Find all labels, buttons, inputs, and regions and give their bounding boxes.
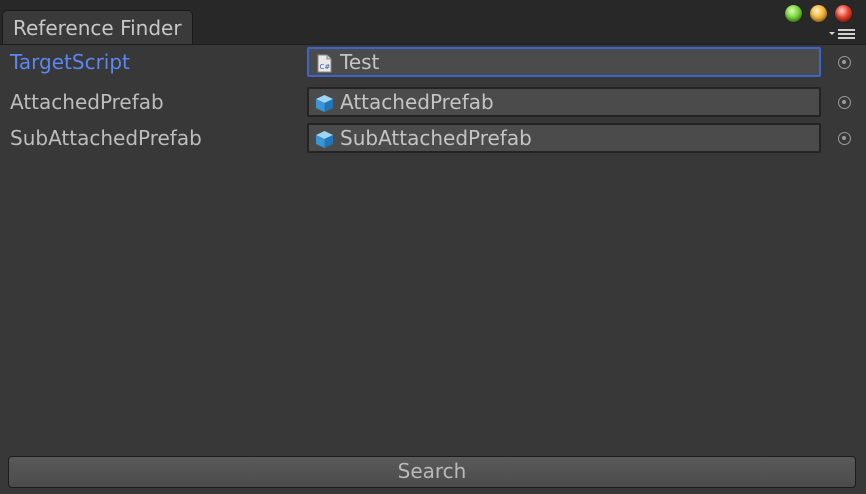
field-value: Test: [340, 50, 380, 74]
object-field[interactable]: C# Test: [307, 47, 821, 77]
field-row-sub-attached-prefab: SubAttachedPrefab SubAttachedPrefab: [0, 123, 866, 153]
field-row-target-script: TargetScript C# Test: [0, 47, 866, 77]
object-picker-icon[interactable]: [838, 56, 851, 69]
field-row-attached-prefab: AttachedPrefab AttachedPrefab: [0, 87, 866, 117]
svg-text:C#: C#: [320, 63, 331, 71]
object-field[interactable]: SubAttachedPrefab: [307, 123, 821, 153]
red-button[interactable]: [835, 5, 852, 22]
field-label: AttachedPrefab: [10, 90, 164, 114]
prefab-cube-icon: [316, 95, 333, 112]
field-value: AttachedPrefab: [340, 90, 494, 114]
search-button[interactable]: Search: [8, 456, 856, 488]
field-label: TargetScript: [10, 50, 130, 74]
tab-label: Reference Finder: [13, 16, 182, 40]
field-label: SubAttachedPrefab: [10, 126, 202, 150]
field-value: SubAttachedPrefab: [340, 126, 532, 150]
object-picker-icon[interactable]: [838, 96, 851, 109]
tab-reference-finder[interactable]: Reference Finder: [2, 10, 193, 44]
prefab-cube-icon: [316, 131, 333, 148]
yellow-button[interactable]: [810, 5, 827, 22]
object-field[interactable]: AttachedPrefab: [307, 87, 821, 117]
dropdown-menu-icon[interactable]: [829, 28, 857, 40]
title-bar: Reference Finder: [0, 0, 866, 45]
object-picker-icon[interactable]: [838, 132, 851, 145]
green-button[interactable]: [785, 5, 802, 22]
csharp-script-icon: C#: [317, 54, 332, 73]
